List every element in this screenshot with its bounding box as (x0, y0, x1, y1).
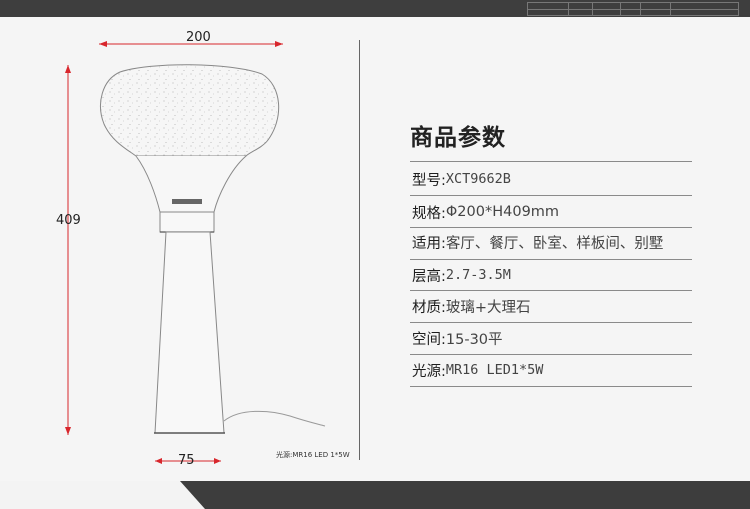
spec-value: MR16 LED1*5W (445, 362, 544, 378)
top-header-bar (0, 0, 750, 17)
spec-key: 层高: (412, 268, 446, 285)
base-dimension-label: 75 (178, 453, 195, 468)
spec-row-light-source: 光源: MR16 LED1*5W (412, 358, 543, 382)
spec-key: 规格: (412, 205, 446, 222)
spec-rule (410, 322, 692, 323)
spec-row-size: 规格: Φ200*H409mm (412, 200, 559, 224)
glass-shade (100, 64, 280, 157)
spec-value: 2.7-3.5M (445, 267, 511, 283)
spec-rule (410, 195, 692, 196)
marble-base (154, 231, 225, 434)
vertical-divider (359, 40, 360, 460)
spec-rule (410, 227, 692, 228)
spec-value: 15-30平 (445, 331, 503, 348)
spec-key: 光源: (412, 363, 446, 380)
spec-key: 空间: (412, 331, 446, 348)
title-block-row (528, 9, 738, 10)
spec-row-ceiling-height: 层高: 2.7-3.5M (412, 263, 511, 287)
light-source-note: 光源:MR16 LED 1*5W (276, 451, 350, 459)
spec-row-usage: 适用: 客厅、餐厅、卧室、样板间、别墅 (412, 230, 663, 254)
spec-value: Φ200*H409mm (445, 204, 560, 220)
spec-key: 材质: (412, 299, 446, 316)
spec-row-space: 空间: 15-30平 (412, 326, 503, 350)
spec-rule (410, 354, 692, 355)
spec-row-material: 材质: 玻璃+大理石 (412, 294, 531, 318)
drawing-title-block (527, 2, 739, 16)
spec-rule (410, 290, 692, 291)
spec-row-model: 型号: XCT9662B (412, 167, 511, 191)
lamp-collar (159, 211, 215, 233)
spec-title: 商品参数 (410, 125, 506, 151)
spec-value: 客厅、餐厅、卧室、样板间、别墅 (445, 235, 664, 252)
lamp-socket (172, 199, 202, 204)
spec-key: 型号: (412, 172, 446, 189)
height-dimension-label: 409 (56, 213, 81, 228)
spec-value: XCT9662B (445, 171, 511, 187)
spec-rule (410, 161, 692, 162)
spec-value: 玻璃+大理石 (445, 299, 531, 316)
spec-key: 适用: (412, 235, 446, 252)
bottom-band (0, 481, 750, 509)
spec-rule (410, 259, 692, 260)
spec-rule (410, 386, 692, 387)
lamp-drawing (65, 41, 326, 464)
power-cord (223, 410, 326, 427)
width-dimension-label: 200 (186, 30, 211, 45)
